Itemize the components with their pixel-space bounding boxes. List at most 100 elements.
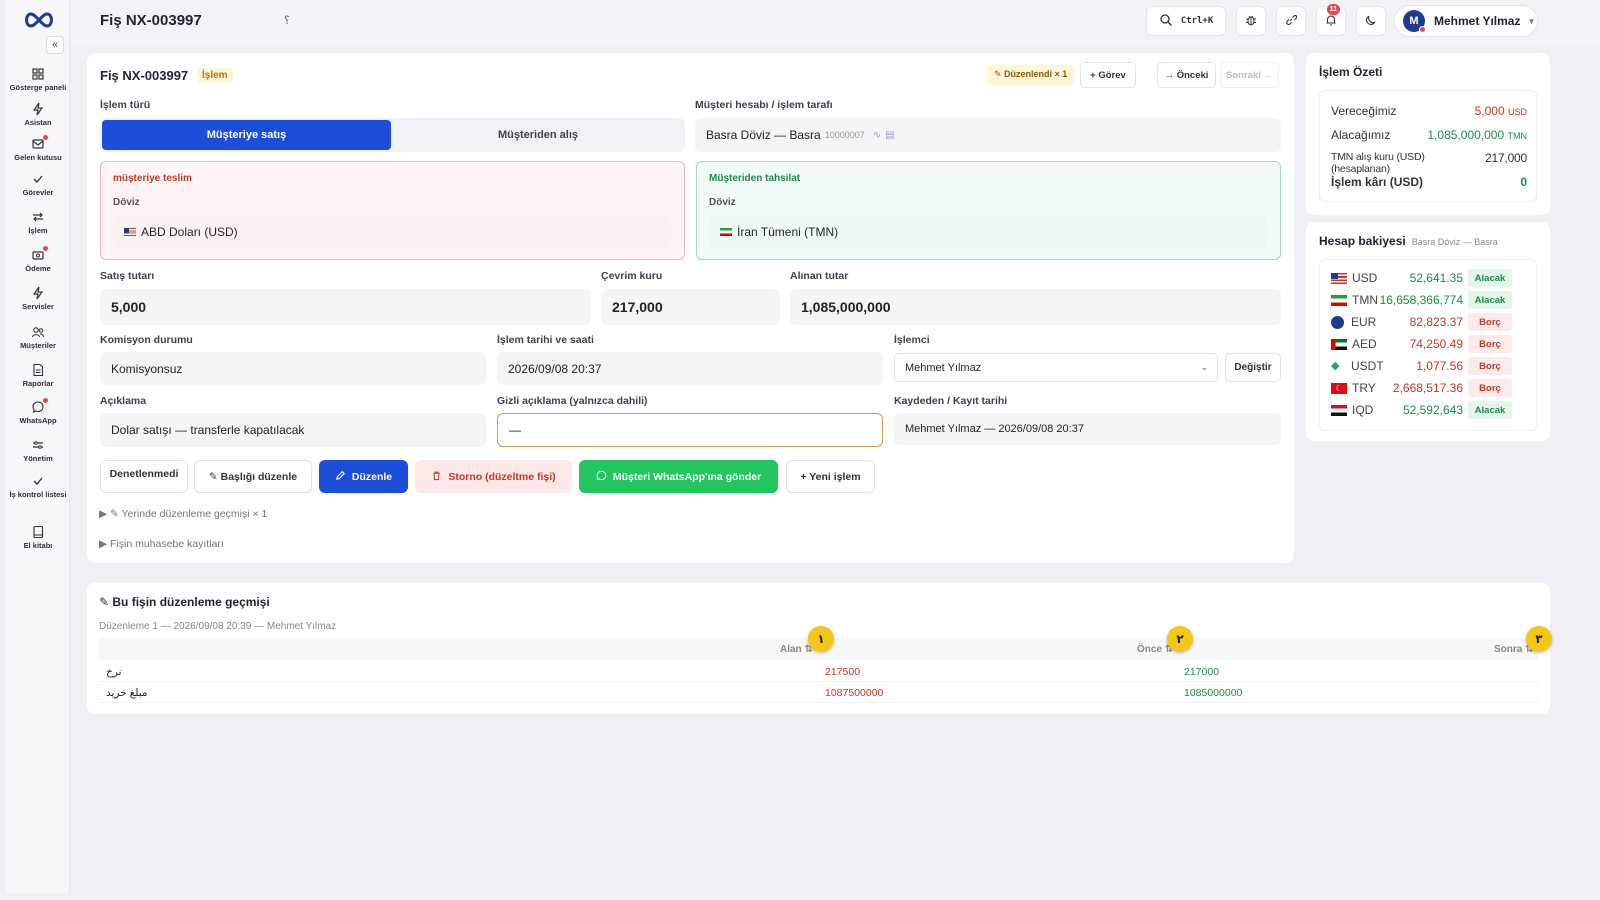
sidebar-item-services[interactable]: Servisler: [6, 286, 70, 311]
currency-code: AED: [1352, 337, 1377, 351]
summary-value: 5,000 USD: [1475, 104, 1527, 118]
sidebar-collapse-button[interactable]: «: [46, 36, 64, 54]
balance-row: ◆ USDT 1,077.56 Borç: [1331, 357, 1527, 375]
balance-currency: AED: [1331, 337, 1377, 351]
next-button[interactable]: Sonraki ←: [1220, 62, 1279, 88]
table-row: نرخ 217500 217000: [99, 662, 1538, 682]
document-icon[interactable]: ▤: [885, 130, 894, 141]
edit-button[interactable]: Düzenle: [319, 460, 408, 493]
summary-value: 217,000: [1485, 151, 1527, 165]
column-header-before[interactable]: Önce ⇅: [1137, 644, 1173, 655]
collect-currency-field[interactable]: İran Tümeni (TMN): [709, 216, 1267, 248]
summary-title: İşlem Özeti: [1319, 65, 1383, 79]
deliver-currency-field[interactable]: ABD Doları (USD): [113, 216, 671, 248]
dark-mode-toggle[interactable]: [1356, 6, 1386, 36]
inbox-icon: [31, 135, 48, 151]
balance-status-badge: Alacak: [1468, 291, 1512, 309]
buy-from-customer-button[interactable]: Müşteriden alış: [393, 120, 683, 150]
commission-select[interactable]: Komisyonsuz: [100, 352, 486, 385]
tx-type-toggle: Müşteriye satış Müşteriden alış: [100, 118, 685, 152]
sidebar-item-inbox[interactable]: Gelen kutusu: [6, 135, 70, 162]
column-header-field[interactable]: Alan ⇅: [780, 644, 813, 655]
summary-label: Alacağımız: [1331, 128, 1391, 142]
sidebar-item-transaction[interactable]: İşlem: [6, 210, 70, 235]
balance-row: EUR 82,823.37 Borç: [1331, 313, 1527, 331]
edit-title-button[interactable]: ✎ Başlığı düzenle: [194, 460, 312, 493]
datetime-label: İşlem tarihi ve saati: [497, 334, 594, 346]
balance-currency: IQD: [1331, 403, 1373, 417]
link-icon: [1284, 13, 1298, 30]
sidebar-item-label: Servisler: [22, 302, 54, 311]
audit-status-button[interactable]: Denetlenmedi: [100, 460, 188, 493]
summary-amount: 1,085,000,000: [1427, 128, 1505, 142]
sidebar-item-payment[interactable]: Ödeme: [6, 246, 70, 273]
sidebar-item-dashboard[interactable]: Gösterge paneli: [6, 67, 70, 92]
recorder-value: Mehmet Yılmaz — 2026/09/08 20:37: [894, 413, 1281, 445]
accounting-entries-toggle[interactable]: ▶ Fişin muhasebe kayıtları: [99, 538, 224, 550]
change-operator-button[interactable]: Değiştir: [1225, 353, 1281, 382]
sidebar-item-label: Gelen kutusu: [14, 153, 62, 162]
sidebar-item-whatsapp[interactable]: WhatsApp: [6, 398, 70, 425]
received-amount-input[interactable]: 1,085,000,000: [790, 289, 1281, 325]
debug-button[interactable]: [1236, 6, 1266, 36]
deliver-currency: ABD Doları (USD): [141, 225, 238, 239]
book-icon: [31, 525, 45, 539]
balance-amount: 2,668,517.36: [1392, 381, 1463, 395]
balance-status-badge: Borç: [1468, 313, 1512, 331]
search-button[interactable]: Ctrl+K: [1146, 6, 1226, 36]
infinity-logo-icon[interactable]: [22, 10, 56, 30]
sidebar-item-assistant[interactable]: Asistan: [6, 102, 70, 127]
history-field: نرخ: [106, 666, 122, 678]
grid-icon: [31, 67, 45, 81]
add-task-button[interactable]: + Görev: [1080, 62, 1136, 88]
activity-icon[interactable]: ∿: [873, 130, 881, 141]
table-row: مبلغ خرید 1087500000 1085000000: [99, 683, 1538, 703]
column-marker-2: ٢: [1167, 626, 1193, 652]
sidebar-item-handbook[interactable]: El kitabı: [6, 525, 70, 550]
account-field[interactable]: Basra Döviz — Basra 10000007 ∿ ▤: [695, 118, 1281, 152]
collect-box: Müşteriden tahsilat Döviz İran Tümeni (T…: [696, 161, 1281, 260]
sidebar-item-label: Asistan: [24, 118, 52, 127]
search-icon: [1159, 13, 1173, 30]
bolt-icon: [31, 286, 45, 300]
storno-button[interactable]: Storno (düzeltme fişi): [415, 460, 572, 493]
sidebar-item-reports[interactable]: Raporlar: [6, 363, 70, 388]
new-transaction-button[interactable]: + Yeni işlem: [786, 460, 875, 493]
hidden-description-input[interactable]: —: [497, 413, 883, 447]
profit-value: 0: [1520, 175, 1527, 189]
prev-button[interactable]: → Önceki: [1157, 62, 1216, 88]
sale-amount-input[interactable]: 5,000: [100, 289, 591, 325]
collect-currency-label: Döviz: [709, 197, 736, 208]
edited-badge[interactable]: ✎ Düzenlendi × 1: [987, 65, 1075, 85]
balance-currency: ◆ USDT: [1331, 359, 1384, 373]
sidebar-item-checklist[interactable]: İş kontrol listesi: [6, 474, 70, 499]
balance-status-badge: Alacak: [1468, 269, 1512, 287]
inline-edit-history-toggle[interactable]: ▶ ✎ Yerinde düzenleme geçmişi × 1: [99, 508, 267, 520]
operator-value: Mehmet Yılmaz: [905, 361, 982, 374]
notification-count-badge: 11: [1326, 4, 1340, 15]
link-button[interactable]: [1276, 6, 1306, 36]
users-icon: [31, 325, 45, 339]
history-title: ✎ Bu fişin düzenleme geçmişi: [99, 595, 270, 609]
search-shortcut: Ctrl+K: [1180, 16, 1214, 26]
moon-icon: [1364, 13, 1378, 30]
notifications-button[interactable]: 11: [1316, 4, 1346, 36]
rate-input[interactable]: 217,000: [601, 289, 780, 325]
history-after: 217000: [1184, 666, 1220, 678]
sidebar-item-management[interactable]: Yönetim: [6, 438, 70, 463]
sidebar-item-label: El kitabı: [23, 541, 53, 550]
balance-amount: 52,592,643: [1402, 403, 1463, 417]
sell-to-customer-button[interactable]: Müşteriye satış: [102, 120, 391, 150]
description-input[interactable]: Dolar satışı — transferle kapatılacak: [100, 413, 486, 447]
operator-select[interactable]: Mehmet Yılmaz ⌄: [894, 353, 1218, 382]
user-menu[interactable]: M Mehmet Yılmaz ▼: [1394, 5, 1538, 37]
sidebar-item-customers[interactable]: Müşteriler: [6, 325, 70, 350]
send-whatsapp-button[interactable]: Müşteri WhatsApp'ına gönder: [579, 460, 778, 493]
datetime-input[interactable]: 2026/09/08 20:37: [497, 352, 883, 385]
summary-label: TMN alış kuru (USD) (hesaplanan): [1331, 151, 1425, 175]
sidebar-item-tasks[interactable]: Görevler: [6, 172, 70, 197]
help-icon[interactable]: ؟: [284, 14, 290, 27]
balance-currency: EUR: [1331, 315, 1376, 329]
balance-subtitle: Basra Döviz — Basra: [1411, 237, 1498, 247]
balance-status-badge: Alacak: [1468, 401, 1512, 419]
